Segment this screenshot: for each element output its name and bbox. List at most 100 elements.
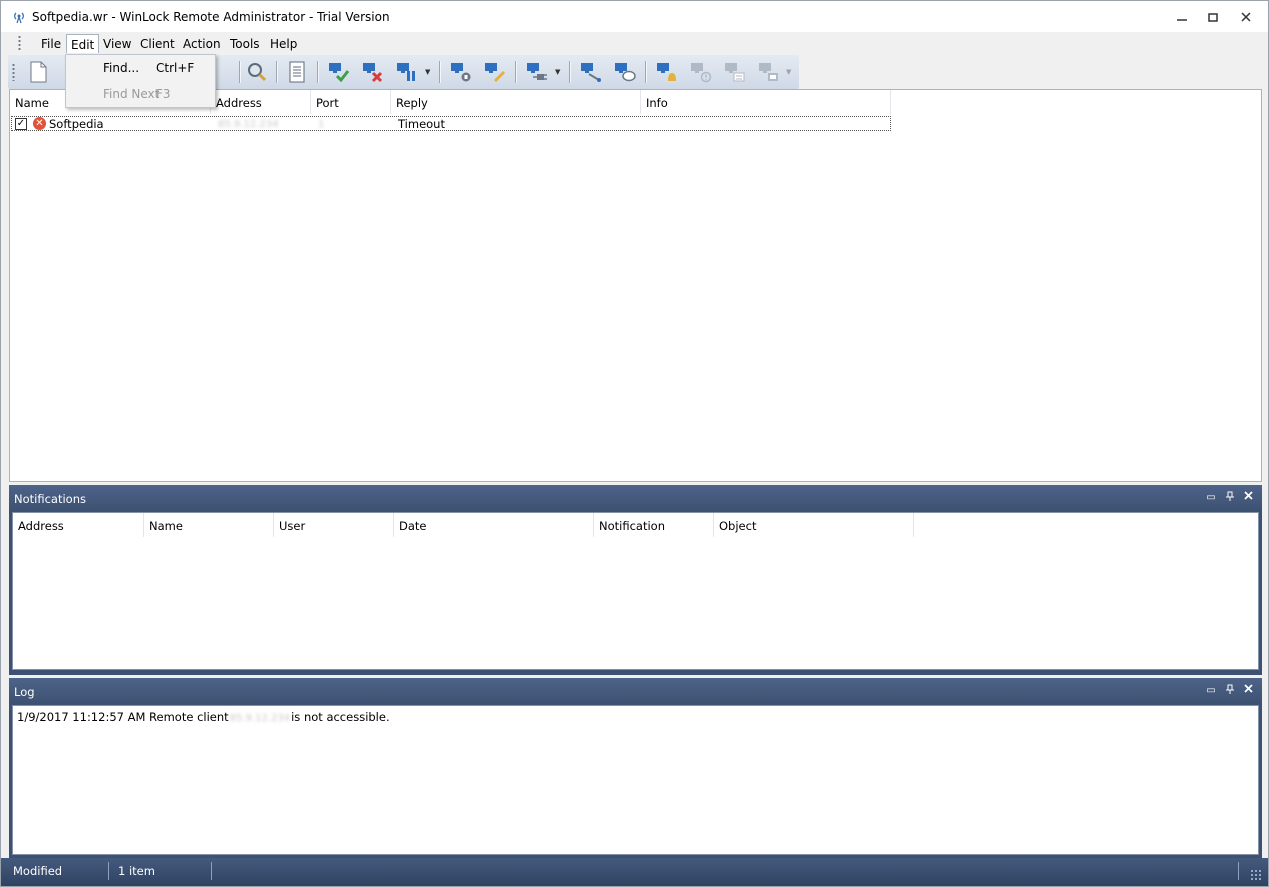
alert-icon: [657, 63, 676, 81]
find-next-label: Find Next: [103, 87, 160, 101]
warning-button[interactable]: [688, 59, 714, 85]
maximize-button[interactable]: [1200, 7, 1226, 27]
panel-close-button[interactable]: [1241, 684, 1255, 698]
client-reply: Timeout: [398, 117, 445, 131]
pin-icon: [1226, 684, 1234, 694]
notifications-title: Notifications: [14, 492, 86, 506]
menu-item-find[interactable]: Find... Ctrl+F: [67, 56, 215, 80]
column-header-address[interactable]: Address: [211, 90, 311, 114]
status-bar: Modified 1 item: [1, 858, 1268, 886]
menu-file[interactable]: File: [37, 34, 65, 53]
panel-pin-button[interactable]: [1223, 684, 1237, 698]
menu-item-find-next[interactable]: Find Next F3: [67, 82, 215, 106]
column-header-info[interactable]: Info: [641, 90, 891, 114]
log-entry-address: 85.9.12.234: [229, 713, 291, 724]
screen-icon: [759, 63, 778, 81]
plug-icon: [527, 63, 547, 80]
column-header-port[interactable]: Port: [311, 90, 391, 114]
column-header-reply[interactable]: Reply: [391, 90, 641, 114]
table-row[interactable]: ✓ ✕ Softpedia 85.9.12.234 1 Timeout: [11, 116, 891, 131]
pause-icon: [397, 63, 415, 81]
report-icon: [289, 61, 305, 83]
log-entry: 1/9/2017 11:12:57 AM Remote client85.9.1…: [17, 710, 390, 724]
minimize-icon: [1177, 19, 1187, 21]
find-shortcut: Ctrl+F: [156, 61, 195, 75]
disconnect-button[interactable]: [360, 59, 386, 85]
log-entry-prefix: 1/9/2017 11:12:57 AM Remote client: [17, 710, 229, 724]
lock-button[interactable]: [448, 59, 474, 85]
column-header-date[interactable]: Date: [394, 513, 594, 537]
notifications-header: Notifications ▭: [9, 485, 1262, 511]
panel-close-button[interactable]: [1241, 491, 1255, 505]
toolbar-grip[interactable]: [12, 63, 15, 81]
message-button[interactable]: [612, 59, 638, 85]
new-document-icon: [30, 61, 47, 83]
minimize-button[interactable]: [1169, 7, 1195, 27]
main-window: Softpedia.wr - WinLock Remote Administra…: [0, 0, 1269, 887]
report-button[interactable]: [284, 59, 310, 85]
list-button[interactable]: [722, 59, 748, 85]
pause-button[interactable]: [394, 59, 420, 85]
client-list[interactable]: Name Address Port Reply Info ✓ ✕ Softped…: [9, 89, 1262, 482]
connect-button[interactable]: [326, 59, 352, 85]
restore-icon: [1208, 13, 1218, 22]
screen-button[interactable]: [756, 59, 782, 85]
menu-action[interactable]: Action: [179, 34, 225, 53]
column-header-name[interactable]: Name: [144, 513, 274, 537]
log-entry-suffix: is not accessible.: [291, 710, 390, 724]
antenna-icon: [14, 12, 24, 24]
resize-grip[interactable]: [1250, 869, 1262, 881]
edit-client-button[interactable]: [482, 59, 508, 85]
menu-view[interactable]: View: [99, 34, 135, 53]
status-state: Modified: [13, 864, 63, 878]
search-icon: [248, 63, 267, 82]
client-name: Softpedia: [49, 117, 104, 131]
new-document-button[interactable]: [25, 59, 51, 85]
warning-icon: [691, 63, 712, 83]
pause-dropdown-arrow[interactable]: ▼: [425, 68, 430, 76]
column-header-user[interactable]: User: [274, 513, 394, 537]
find-label: Find...: [103, 61, 140, 75]
column-header-address[interactable]: Address: [13, 513, 144, 537]
log-header: Log ▭: [9, 678, 1262, 704]
close-icon: [1241, 12, 1251, 22]
status-item-count: 1 item: [118, 864, 155, 878]
plug-button[interactable]: [524, 59, 550, 85]
network-icon: [581, 63, 601, 82]
column-header-notification[interactable]: Notification: [594, 513, 714, 537]
close-icon: [1243, 684, 1253, 693]
log-list[interactable]: 1/9/2017 11:12:57 AM Remote client85.9.1…: [12, 705, 1259, 855]
panel-pin-button[interactable]: [1223, 491, 1237, 505]
title-bar: Softpedia.wr - WinLock Remote Administra…: [1, 1, 1268, 32]
menu-help[interactable]: Help: [266, 34, 301, 53]
window-title: Softpedia.wr - WinLock Remote Administra…: [32, 10, 390, 24]
menu-tools[interactable]: Tools: [226, 34, 264, 53]
row-checkbox[interactable]: ✓: [15, 118, 27, 130]
list-icon: [725, 63, 745, 82]
close-icon: [1243, 491, 1253, 500]
client-address: 85.9.12.234: [218, 119, 279, 130]
network-button[interactable]: [578, 59, 604, 85]
menu-edit[interactable]: Edit: [66, 34, 100, 53]
edit-menu-dropdown: Find... Ctrl+F Find Next F3: [65, 54, 216, 108]
client-port: 1: [318, 119, 325, 130]
alert-button[interactable]: [654, 59, 680, 85]
notifications-list[interactable]: Address Name User Date Notification Obje…: [12, 512, 1259, 670]
screen-dropdown-arrow[interactable]: ▼: [786, 68, 791, 76]
menu-bar: File Edit View Client Action Tools Help: [1, 32, 1268, 54]
panel-float-button[interactable]: ▭: [1204, 491, 1218, 505]
log-panel: Log ▭ 1/9/2017 11:12:57 AM Remote client…: [9, 678, 1262, 858]
menu-grip[interactable]: [18, 35, 21, 51]
connect-icon: [329, 63, 350, 83]
close-button[interactable]: [1233, 7, 1259, 27]
panel-float-button[interactable]: ▭: [1204, 684, 1218, 698]
plug-dropdown-arrow[interactable]: ▼: [555, 68, 560, 76]
menu-client[interactable]: Client: [136, 34, 179, 53]
find-button[interactable]: [244, 59, 270, 85]
lock-icon: [451, 63, 471, 82]
notifications-panel: Notifications ▭ Address Name User Date N…: [9, 485, 1262, 675]
pin-icon: [1226, 491, 1234, 501]
error-status-icon: ✕: [33, 117, 46, 130]
find-next-shortcut: F3: [156, 87, 171, 101]
column-header-object[interactable]: Object: [714, 513, 914, 537]
